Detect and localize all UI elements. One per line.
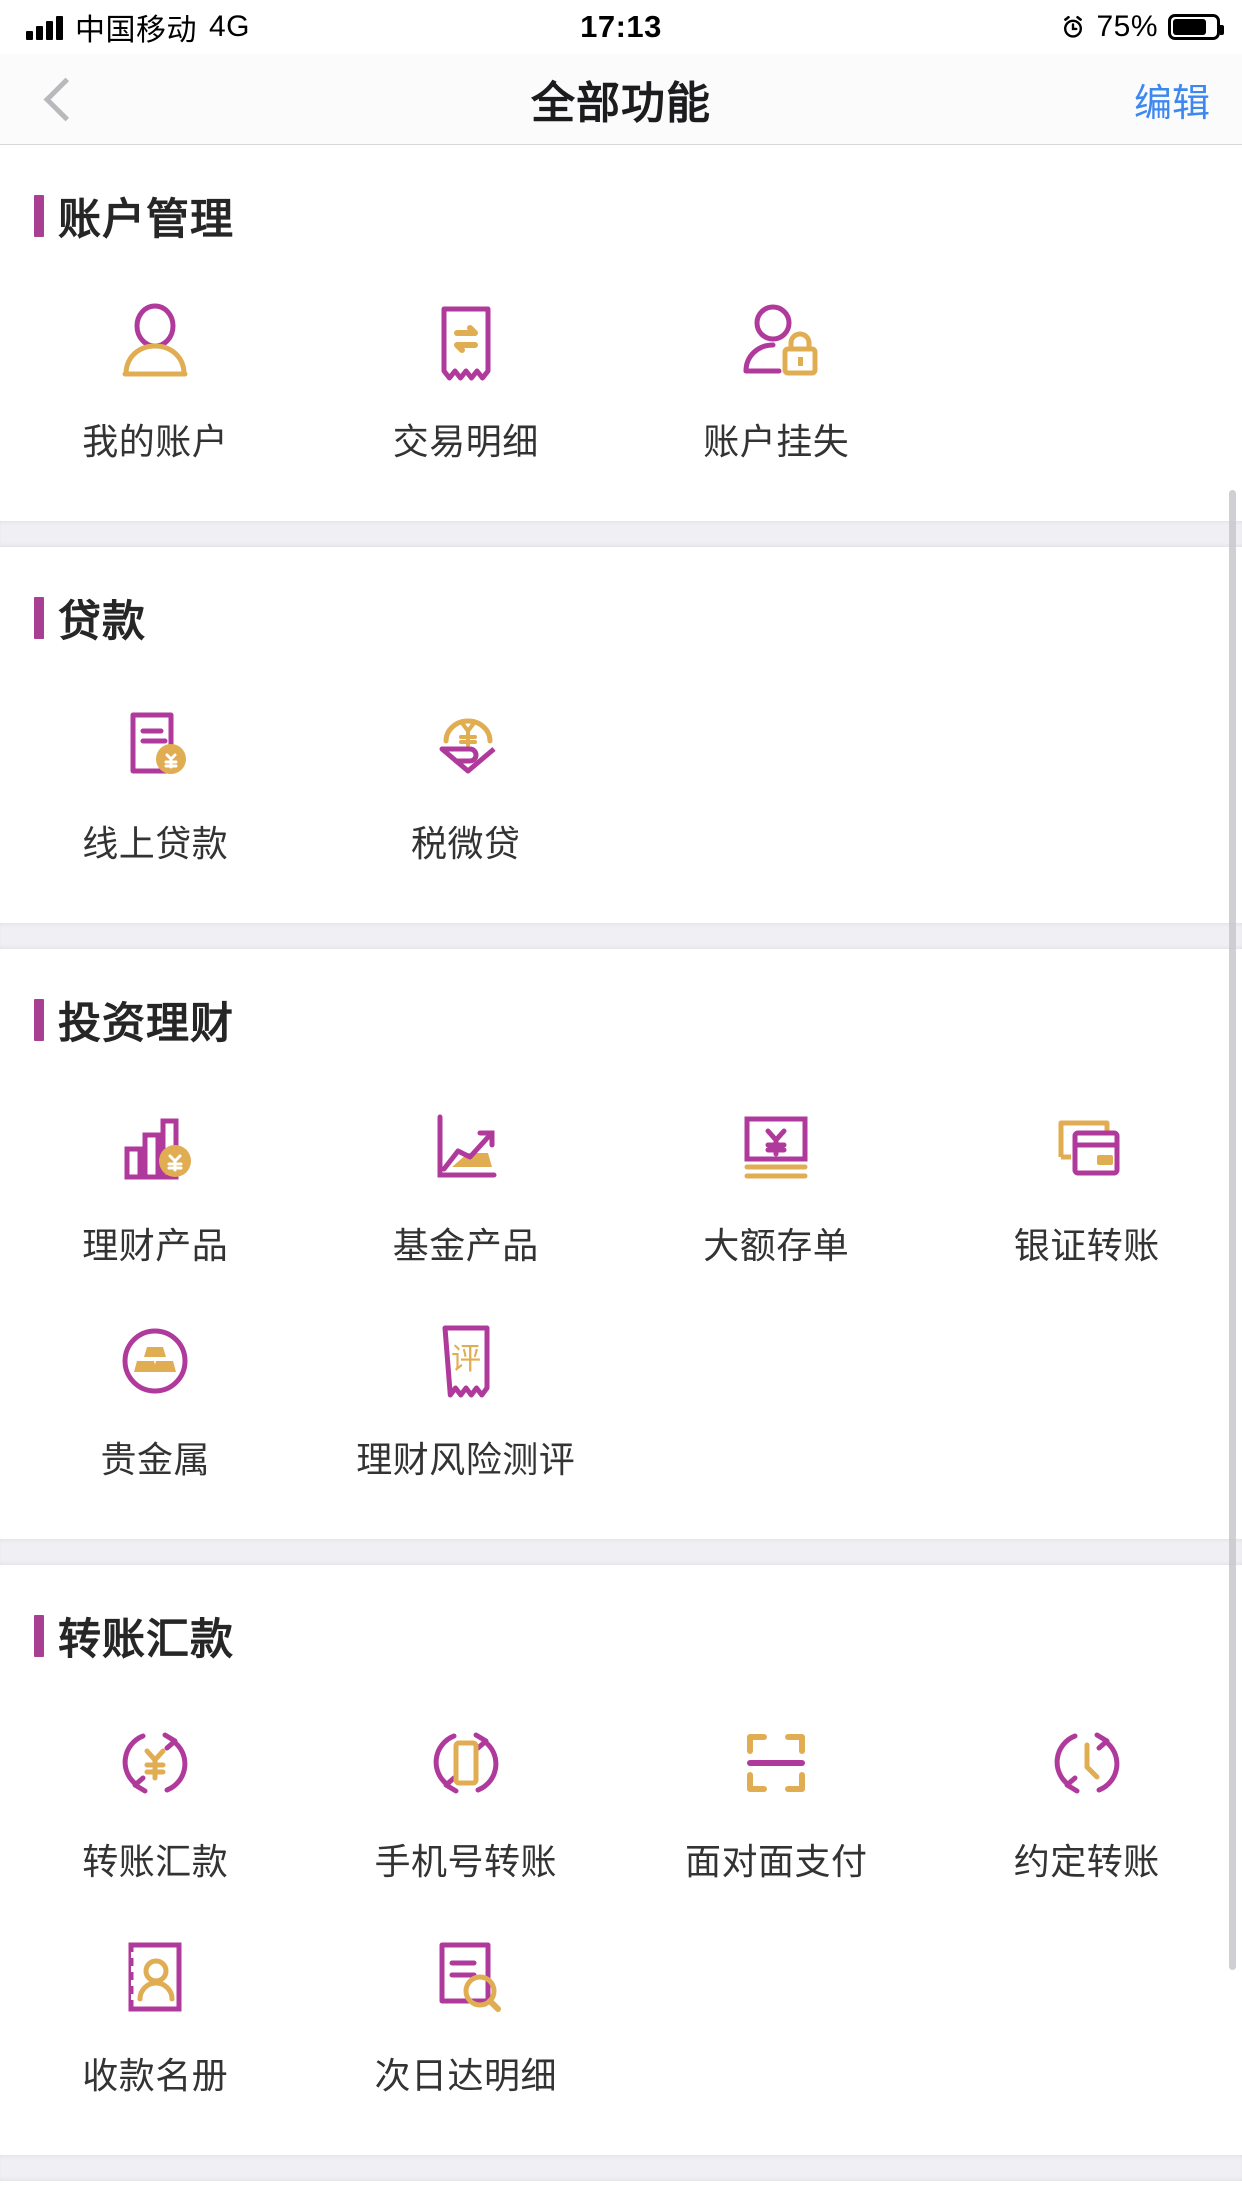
grid-item-tax-micro-loan[interactable]: 税微贷 bbox=[311, 679, 622, 893]
section-fund-management: 资金管理 bbox=[0, 2181, 1242, 2209]
gold-bars-circle-icon bbox=[107, 1313, 203, 1409]
payee-list-icon bbox=[107, 1929, 203, 2025]
grid-item-precious-metals[interactable]: 贵金属 bbox=[0, 1295, 311, 1509]
section-accent-bar bbox=[34, 597, 44, 639]
edit-button[interactable]: 编辑 bbox=[1134, 54, 1210, 144]
grid-item-label: 税微贷 bbox=[411, 815, 521, 867]
grid-item-label: 收款名册 bbox=[82, 2047, 228, 2099]
section-investment: 投资理财 理财产品 bbox=[0, 949, 1242, 1539]
document-coin-icon bbox=[107, 697, 203, 793]
grid-item-account-loss-report[interactable]: 账户挂失 bbox=[621, 277, 932, 491]
grid-item-large-deposit[interactable]: 大额存单 bbox=[621, 1081, 932, 1295]
grid-item-label: 面对面支付 bbox=[685, 1833, 868, 1885]
battery-icon bbox=[1168, 14, 1220, 40]
scheduled-clock-icon bbox=[1039, 1715, 1135, 1811]
section-header: 投资理财 bbox=[0, 949, 1242, 1063]
section-title: 投资理财 bbox=[58, 989, 234, 1051]
certificate-yuan-icon bbox=[728, 1099, 824, 1195]
alarm-icon bbox=[1060, 14, 1086, 40]
grid-item-label: 线上贷款 bbox=[82, 815, 228, 867]
function-grid: 线上贷款 税微贷 bbox=[0, 661, 1242, 893]
grid-item-empty bbox=[932, 679, 1242, 893]
grid-item-label: 交易明细 bbox=[393, 413, 539, 465]
user-account-icon bbox=[107, 295, 203, 391]
document-search-icon bbox=[418, 1929, 514, 2025]
page-title: 全部功能 bbox=[0, 54, 1242, 144]
section-header: 账户管理 bbox=[0, 145, 1242, 259]
line-chart-growth-icon bbox=[418, 1099, 514, 1195]
function-grid: 转账汇款 手机号转账 bbox=[0, 1679, 1242, 2125]
status-bar: 中国移动 4G 17:13 75% bbox=[0, 0, 1242, 54]
grid-item-label: 转账汇款 bbox=[82, 1833, 228, 1885]
grid-item-empty bbox=[932, 1911, 1242, 2125]
grid-item-label: 约定转账 bbox=[1014, 1833, 1160, 1885]
grid-item-label: 大额存单 bbox=[703, 1217, 849, 1269]
grid-item-bank-securities-transfer[interactable]: 银证转账 bbox=[932, 1081, 1242, 1295]
section-loans: 贷款 线上贷款 bbox=[0, 547, 1242, 923]
grid-item-empty bbox=[932, 277, 1242, 491]
grid-item-transaction-details[interactable]: 交易明细 bbox=[311, 277, 622, 491]
grid-item-transfer-remittance[interactable]: 转账汇款 bbox=[0, 1697, 311, 1911]
section-accent-bar bbox=[34, 1615, 44, 1657]
grid-item-label: 理财产品 bbox=[82, 1217, 228, 1269]
section-divider bbox=[0, 521, 1242, 547]
section-accent-bar bbox=[34, 999, 44, 1041]
hand-yuan-icon bbox=[418, 697, 514, 793]
section-divider bbox=[0, 2155, 1242, 2181]
clock-label: 17:13 bbox=[580, 9, 662, 45]
grid-item-scheduled-transfer[interactable]: 约定转账 bbox=[932, 1697, 1242, 1911]
two-cards-icon bbox=[1039, 1099, 1135, 1195]
navigation-bar: 全部功能 编辑 bbox=[0, 54, 1242, 145]
grid-item-empty bbox=[621, 679, 932, 893]
grid-item-label: 账户挂失 bbox=[703, 413, 849, 465]
grid-item-label: 我的账户 bbox=[82, 413, 228, 465]
user-lock-icon bbox=[728, 295, 824, 391]
section-header: 资金管理 bbox=[0, 2181, 1242, 2209]
receipt-exchange-icon bbox=[418, 295, 514, 391]
app-screen: 中国移动 4G 17:13 75% 全部功能 编辑 账户管理 bbox=[0, 0, 1242, 2208]
section-transfer: 转账汇款 转账汇款 bbox=[0, 1565, 1242, 2155]
transfer-phone-icon bbox=[418, 1715, 514, 1811]
section-header: 转账汇款 bbox=[0, 1565, 1242, 1679]
grid-item-face-to-face-pay[interactable]: 面对面支付 bbox=[621, 1697, 932, 1911]
grid-item-label: 手机号转账 bbox=[374, 1833, 557, 1885]
battery-percent-label: 75% bbox=[1096, 10, 1158, 44]
section-account-management: 账户管理 我的账户 bbox=[0, 145, 1242, 521]
grid-item-online-loan[interactable]: 线上贷款 bbox=[0, 679, 311, 893]
content-scroll-area[interactable]: 账户管理 我的账户 bbox=[0, 145, 1242, 2209]
section-title: 转账汇款 bbox=[58, 1605, 234, 1667]
grid-item-label: 银证转账 bbox=[1014, 1217, 1160, 1269]
function-grid: 理财产品 基金产品 bbox=[0, 1063, 1242, 1509]
grid-item-my-account[interactable]: 我的账户 bbox=[0, 277, 311, 491]
section-title: 账户管理 bbox=[58, 185, 234, 247]
bar-chart-coin-icon bbox=[107, 1099, 203, 1195]
grid-item-fund-products[interactable]: 基金产品 bbox=[311, 1081, 622, 1295]
scroll-indicator[interactable] bbox=[1229, 490, 1236, 1970]
grid-item-label: 贵金属 bbox=[100, 1431, 210, 1483]
grid-item-phone-transfer[interactable]: 手机号转账 bbox=[311, 1697, 622, 1911]
svg-text:评: 评 bbox=[451, 1342, 481, 1377]
section-header: 贷款 bbox=[0, 547, 1242, 661]
grid-item-label: 理财风险测评 bbox=[356, 1431, 575, 1483]
receipt-assessment-icon: 评 bbox=[418, 1313, 514, 1409]
section-title: 贷款 bbox=[58, 587, 146, 649]
grid-item-empty bbox=[932, 1295, 1242, 1509]
transfer-yuan-icon bbox=[107, 1715, 203, 1811]
grid-item-empty bbox=[621, 1911, 932, 2125]
section-divider bbox=[0, 1539, 1242, 1565]
grid-item-payee-list[interactable]: 收款名册 bbox=[0, 1911, 311, 2125]
grid-item-risk-assessment[interactable]: 评 理财风险测评 bbox=[311, 1295, 622, 1509]
scan-pay-icon bbox=[728, 1715, 824, 1811]
grid-item-next-day-details[interactable]: 次日达明细 bbox=[311, 1911, 622, 2125]
function-grid: 我的账户 交易明细 bbox=[0, 259, 1242, 491]
section-divider bbox=[0, 923, 1242, 949]
section-accent-bar bbox=[34, 195, 44, 237]
grid-item-label: 次日达明细 bbox=[374, 2047, 557, 2099]
status-bar-center: 17:13 bbox=[0, 0, 1242, 54]
status-bar-right: 75% bbox=[1060, 0, 1220, 54]
grid-item-wealth-products[interactable]: 理财产品 bbox=[0, 1081, 311, 1295]
grid-item-empty bbox=[621, 1295, 932, 1509]
grid-item-label: 基金产品 bbox=[393, 1217, 539, 1269]
